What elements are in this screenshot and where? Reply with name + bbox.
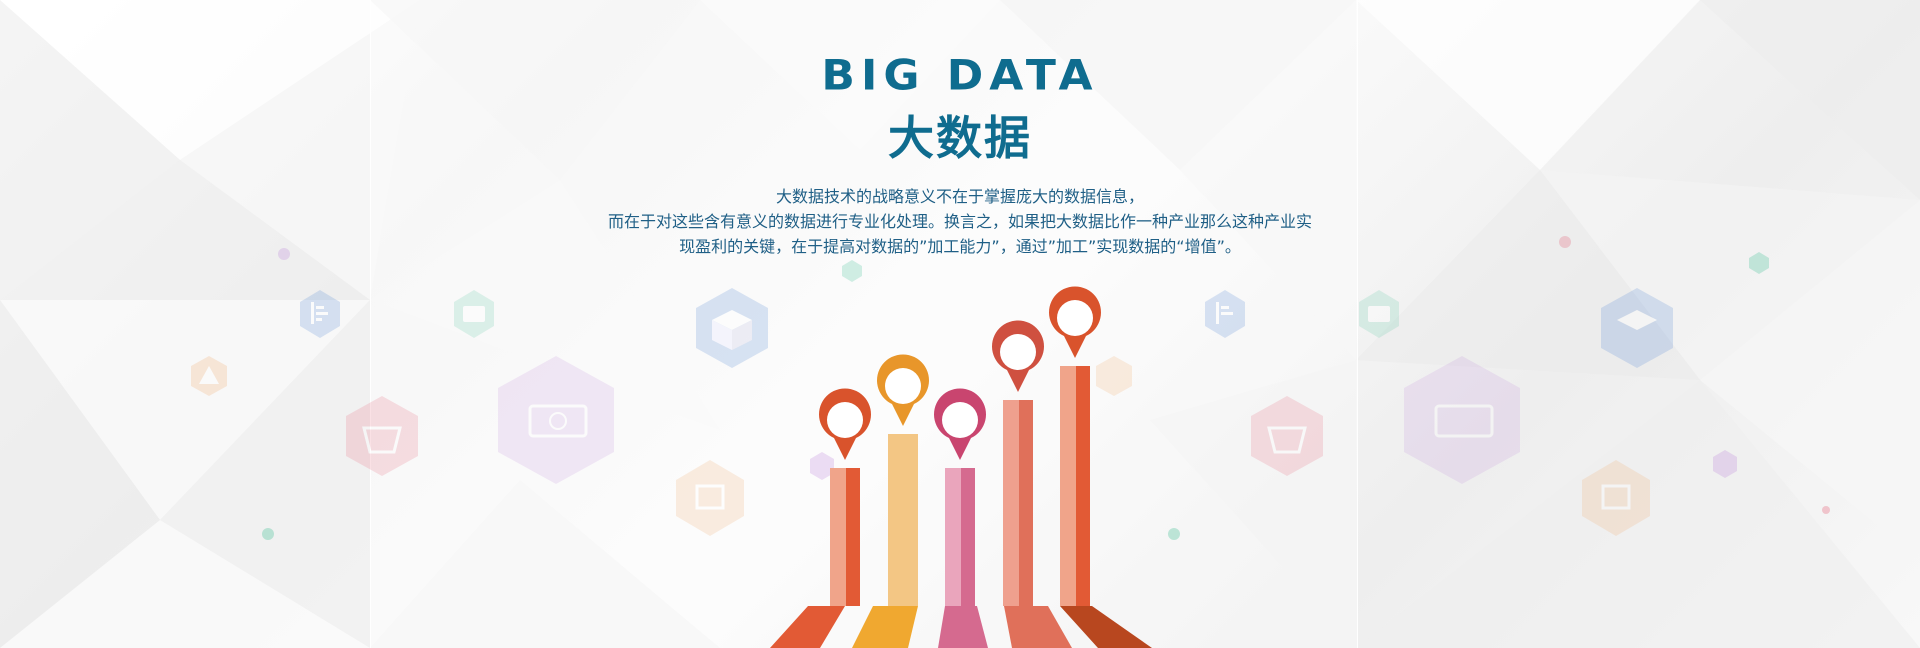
bar-5 [1048,286,1101,606]
bar-2 [877,354,929,606]
floor-strip [1060,606,1152,648]
floor-strip [852,606,918,648]
bar-1 [819,388,871,606]
floor-strip [1004,606,1072,648]
floor-strip [770,606,845,648]
bar-3 [934,388,987,606]
bar-4 [992,320,1044,606]
floor-strip [938,606,988,648]
growth-bars-graphic [770,286,1152,648]
